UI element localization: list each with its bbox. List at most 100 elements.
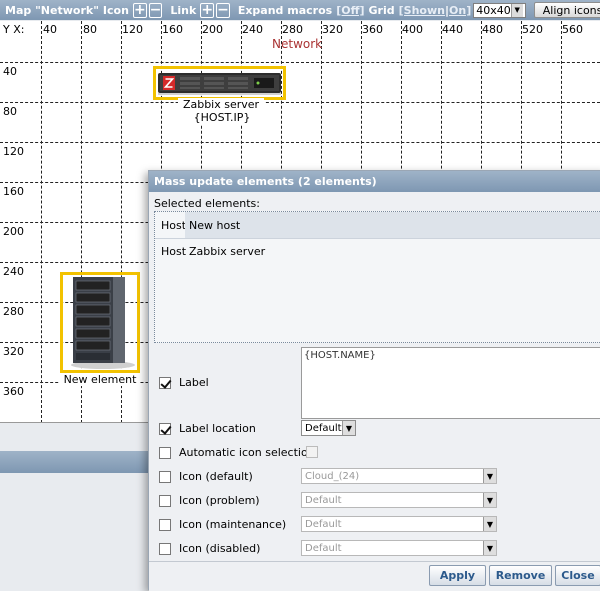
icon-label: Icon [102,3,129,17]
icon-problem-label: Icon (problem) [179,494,260,507]
auto-icon-value-checkbox [306,446,318,458]
icon-maintenance-value: Default [305,518,342,530]
y-tick-label: 120 [3,145,24,158]
grid-line [0,142,600,143]
x-tick-label: 240 [242,23,263,36]
y-tick-label: 360 [3,385,24,398]
icon-default-select: Cloud_(24) ▼ [301,468,497,484]
chevron-down-icon: ▼ [483,541,496,555]
x-tick-label: 440 [442,23,463,36]
map-name-label: Network [272,37,323,51]
new-element[interactable] [60,272,140,373]
new-element-label: New element [60,373,140,386]
zabbix-server-label: Zabbix server [178,98,264,111]
chevron-down-icon: ▼ [483,493,496,507]
icon-default-checkbox[interactable] [159,470,171,483]
tower-server-icon [71,277,135,369]
remove-link-button[interactable]: − [216,2,230,18]
zabbix-server-sublabel: {HOST.IP} [187,111,257,124]
auto-icon-label: Automatic icon selection [179,446,315,459]
label-location-select[interactable]: Default ▼ [301,420,356,436]
auto-icon-checkbox[interactable] [159,446,171,459]
label-location-value: Default [305,422,342,434]
y-tick-label: 320 [3,345,24,358]
label-location-label: Label location [179,422,256,435]
label-location-row: Label location [159,422,256,435]
icon-disabled-checkbox[interactable] [159,542,171,555]
icon-default-label: Icon (default) [179,470,253,483]
grid-label: Grid [368,3,395,17]
selected-elements-caption: Selected elements: [154,197,260,210]
remove-icon-button[interactable]: − [148,2,163,18]
selected-element-row: Host Zabbix server [155,238,600,264]
chevron-down-icon: ▼ [510,3,523,17]
x-tick-label: 280 [282,23,303,36]
icon-problem-select: Default ▼ [301,492,497,508]
x-tick-label: 320 [322,23,343,36]
element-name: Zabbix server [189,245,266,258]
map-title-label: Map "Network" [5,3,99,17]
remove-button[interactable]: Remove [489,565,552,586]
grid-shown-toggle[interactable]: [Shown [399,4,445,17]
selected-element-row: Host New host [155,212,600,238]
map-toolbar: Map "Network" Icon + − Link + − Expand m… [0,0,600,20]
x-tick-label: 400 [402,23,423,36]
y-tick-label: 200 [3,225,24,238]
icon-default-row: Icon (default) [159,470,253,483]
element-type: Host [161,218,187,232]
grid-size-value: 40x40 [476,3,511,17]
icon-maintenance-checkbox[interactable] [159,518,171,531]
align-icons-button[interactable]: Align icons [533,2,600,18]
add-link-button[interactable]: + [200,2,215,18]
x-tick-label: 200 [202,23,223,36]
x-tick-label: 520 [522,23,543,36]
icon-disabled-label: Icon (disabled) [179,542,261,555]
icon-maintenance-label: Icon (maintenance) [179,518,287,531]
y-tick-label: 280 [3,305,24,318]
x-tick-label: 40 [43,23,57,36]
icon-disabled-value: Default [305,542,342,554]
icon-problem-row: Icon (problem) [159,494,260,507]
chevron-down-icon: ▼ [342,421,355,435]
rack-server-icon [158,73,281,95]
zabbix-server-element[interactable] [153,66,286,100]
selected-elements-list: Host New host Host Zabbix server [154,211,600,343]
label-textarea[interactable]: {HOST.NAME} [301,347,600,419]
icon-default-value: Cloud_(24) [305,470,360,482]
dialog-title[interactable]: Mass update elements (2 elements) [149,171,600,192]
label-field-label: Label [179,376,209,389]
label-location-checkbox[interactable] [159,422,171,435]
chevron-down-icon: ▼ [483,469,496,483]
x-tick-label: 480 [482,23,503,36]
x-tick-label: 80 [83,23,97,36]
chevron-down-icon: ▼ [483,517,496,531]
element-type: Host [161,245,187,258]
apply-button[interactable]: Apply [429,565,486,586]
auto-icon-row: Automatic icon selection [159,446,315,459]
x-tick-label: 360 [362,23,383,36]
icon-maintenance-select: Default ▼ [301,516,497,532]
mass-update-dialog: Mass update elements (2 elements) Select… [148,170,600,591]
grid-size-select[interactable]: 40x40 ▼ [473,2,526,18]
icon-problem-value: Default [305,494,342,506]
axis-corner-label: Y X: [3,23,25,36]
add-icon-button[interactable]: + [132,2,147,18]
dialog-footer: Apply Remove Close [149,561,600,591]
icon-problem-checkbox[interactable] [159,494,171,507]
x-tick-label: 160 [162,23,183,36]
icon-maintenance-row: Icon (maintenance) [159,518,286,531]
x-tick-label: 560 [562,23,583,36]
label-checkbox[interactable] [159,376,171,389]
close-button[interactable]: Close [555,565,600,586]
link-label: Link [170,3,197,17]
expand-macros-label: Expand macros [237,3,333,17]
element-name: New host [185,212,600,238]
grid-autoalign-toggle[interactable]: On] [449,4,471,17]
grid-line [0,102,600,103]
x-tick-label: 120 [122,23,143,36]
icon-disabled-select: Default ▼ [301,540,497,556]
y-tick-label: 240 [3,265,24,278]
expand-macros-toggle[interactable]: [Off] [336,4,364,17]
map-footer-bar [0,451,160,473]
y-tick-label: 40 [3,65,17,78]
